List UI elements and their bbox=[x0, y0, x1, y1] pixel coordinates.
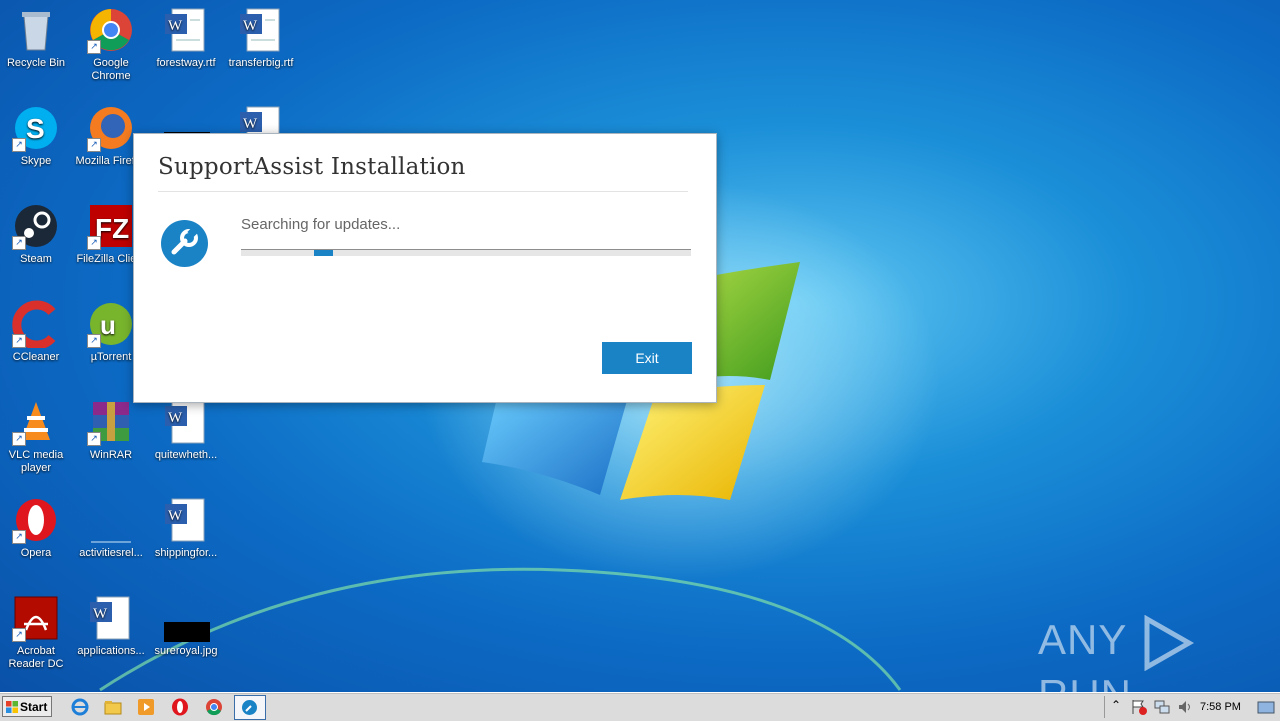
desktop-icon-recycle-bin[interactable]: Recycle Bin bbox=[0, 0, 74, 70]
desktop-icon-google-chrome[interactable]: ↗ Google Chrome bbox=[73, 0, 149, 83]
desktop-icon-sureroyal[interactable]: sureroyal.jpg bbox=[148, 588, 224, 658]
taskbar: Start ⌃ 7:58 PM bbox=[0, 692, 1280, 721]
media-player-icon[interactable] bbox=[137, 698, 155, 716]
shortcut-arrow-icon: ↗ bbox=[12, 432, 26, 446]
opera-icon: ↗ bbox=[12, 496, 60, 544]
svg-text:W: W bbox=[243, 18, 258, 34]
word-document-icon: W bbox=[87, 594, 135, 642]
wrench-icon bbox=[161, 220, 208, 267]
taskbar-clock[interactable]: 7:58 PM bbox=[1200, 701, 1241, 713]
desktop-icon-steam[interactable]: ↗ Steam bbox=[0, 196, 74, 266]
desktop-icon-transferbig[interactable]: W transferbig.rtf bbox=[223, 0, 299, 70]
skype-icon: S ↗ bbox=[12, 104, 60, 152]
winrar-icon: ↗ bbox=[87, 398, 135, 446]
progress-bar bbox=[241, 249, 691, 256]
dialog-title: SupportAssist Installation bbox=[158, 154, 466, 180]
opera-taskbar-icon[interactable] bbox=[171, 698, 189, 716]
vlc-cone-icon: ↗ bbox=[12, 398, 60, 446]
title-divider bbox=[158, 191, 688, 192]
file-explorer-icon[interactable] bbox=[104, 698, 122, 716]
desktop-icon-activitiesrel[interactable]: activitiesrel... bbox=[73, 490, 149, 560]
recycle-bin-icon bbox=[12, 6, 60, 54]
volume-icon[interactable] bbox=[1177, 698, 1195, 716]
shortcut-arrow-icon: ↗ bbox=[87, 334, 101, 348]
action-center-flag-icon[interactable] bbox=[1130, 698, 1148, 716]
firefox-icon: ↗ bbox=[87, 104, 135, 152]
desktop-icon-ccleaner[interactable]: ↗ CCleaner bbox=[0, 294, 74, 364]
svg-text:S: S bbox=[26, 113, 45, 144]
shortcut-arrow-icon: ↗ bbox=[12, 138, 26, 152]
image-thumbnail-icon bbox=[162, 594, 210, 646]
network-icon[interactable] bbox=[1153, 698, 1171, 716]
internet-explorer-icon[interactable] bbox=[71, 698, 89, 716]
filezilla-icon: FZ ↗ bbox=[87, 202, 135, 250]
shortcut-arrow-icon: ↗ bbox=[87, 138, 101, 152]
shortcut-arrow-icon: ↗ bbox=[87, 236, 101, 250]
word-document-icon: W bbox=[162, 496, 210, 544]
desktop-icon-skype[interactable]: S ↗ Skype bbox=[0, 98, 74, 168]
svg-text:W: W bbox=[93, 606, 108, 622]
ccleaner-icon: ↗ bbox=[12, 300, 60, 350]
shortcut-arrow-icon: ↗ bbox=[12, 236, 26, 250]
desktop-icon-shippingfor[interactable]: W shippingfor... bbox=[148, 490, 224, 560]
word-document-icon: W bbox=[162, 398, 210, 446]
word-document-icon: W bbox=[162, 6, 210, 54]
desktop-icon-forestway[interactable]: W forestway.rtf bbox=[148, 0, 224, 70]
desktop-icon-vlc[interactable]: ↗ VLC media player bbox=[0, 392, 74, 475]
desktop-icon-opera[interactable]: ↗ Opera bbox=[0, 490, 74, 560]
svg-text:W: W bbox=[168, 410, 183, 426]
start-label: Start bbox=[20, 699, 48, 714]
steam-icon: ↗ bbox=[12, 202, 60, 250]
start-button[interactable]: Start bbox=[2, 696, 52, 717]
word-document-icon: W bbox=[237, 6, 285, 54]
exit-button[interactable]: Exit bbox=[602, 342, 692, 374]
desktop-icon-applications[interactable]: W applications... bbox=[73, 588, 149, 658]
progress-indicator bbox=[314, 250, 333, 256]
shortcut-arrow-icon: ↗ bbox=[12, 530, 26, 544]
shortcut-arrow-icon: ↗ bbox=[12, 334, 26, 348]
chrome-taskbar-icon[interactable] bbox=[205, 698, 223, 716]
blank-file-icon bbox=[87, 496, 135, 544]
desktop-icon-acrobat[interactable]: ↗ Acrobat Reader DC bbox=[0, 588, 74, 671]
windows-flag-icon bbox=[6, 701, 18, 713]
svg-text:W: W bbox=[168, 18, 183, 34]
utorrent-icon: u ↗ bbox=[87, 300, 135, 348]
supportassist-taskbar-icon bbox=[242, 700, 257, 715]
supportassist-dialog: SupportAssist Installation Searching for… bbox=[133, 133, 717, 403]
shortcut-arrow-icon: ↗ bbox=[12, 628, 26, 642]
svg-text:u: u bbox=[100, 310, 116, 340]
tray-divider bbox=[1104, 696, 1105, 718]
shortcut-arrow-icon: ↗ bbox=[87, 40, 101, 54]
chrome-icon: ↗ bbox=[87, 6, 135, 54]
shortcut-arrow-icon: ↗ bbox=[87, 432, 101, 446]
taskbar-item-supportassist[interactable] bbox=[234, 695, 266, 720]
svg-text:W: W bbox=[243, 116, 258, 132]
acrobat-icon: ↗ bbox=[12, 594, 60, 642]
svg-text:W: W bbox=[168, 508, 183, 524]
status-text: Searching for updates... bbox=[241, 216, 401, 233]
show-hidden-icons-icon[interactable]: ⌃ bbox=[1111, 698, 1121, 712]
watermark-text-left: ANY bbox=[1038, 616, 1127, 664]
show-desktop-icon[interactable] bbox=[1257, 698, 1275, 716]
play-logo-icon bbox=[1144, 615, 1195, 671]
